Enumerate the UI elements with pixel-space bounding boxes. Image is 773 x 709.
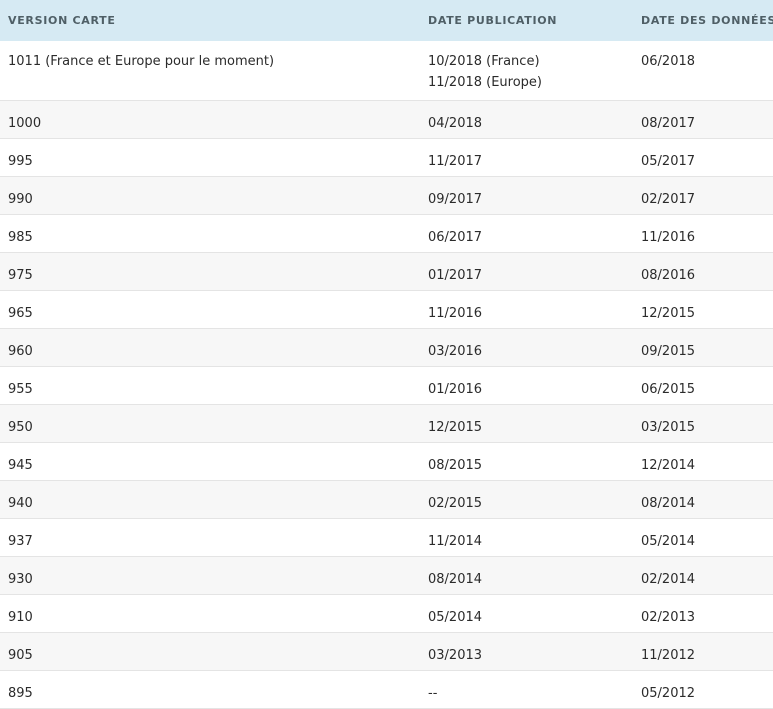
header-date-des-donnees: DATE DES DONNÉES [641,14,773,27]
table-row: 975 01/2017 08/2016 [0,253,773,291]
cell-version: 995 [8,154,33,169]
table-body: 1011 (France et Europe pour le moment) 10… [0,41,773,709]
cell-date-publication: 04/2018 [428,113,482,134]
table-row: 995 11/2017 05/2017 [0,139,773,177]
table-header: VERSION CARTE DATE PUBLICATION DATE DES … [0,0,773,41]
cell-date-publication: 12/2015 [428,417,482,438]
cell-date-publication: 11/2014 [428,531,482,552]
cell-version: 975 [8,268,33,283]
publication-line: 03/2013 [428,648,483,663]
map-versions-table: VERSION CARTE DATE PUBLICATION DATE DES … [0,0,773,709]
cell-version: 945 [8,458,33,473]
table-row: 955 01/2016 06/2015 [0,367,773,405]
table-row: 910 05/2014 02/2013 [0,595,773,633]
table-row: 895 -- 05/2012 [0,671,773,709]
cell-date-donnees: 12/2015 [641,306,696,321]
cell-version: 955 [8,382,33,397]
header-date-publication: DATE PUBLICATION [428,14,558,27]
cell-date-publication: 01/2017 [428,265,482,286]
publication-line: 09/2017 [428,192,483,207]
table-row: 985 06/2017 11/2016 [0,215,773,253]
table-row: 940 02/2015 08/2014 [0,481,773,519]
publication-line: 05/2014 [428,610,483,625]
cell-date-donnees: 09/2015 [641,344,696,359]
cell-date-publication: 01/2016 [428,379,482,400]
publication-line: 11/2014 [428,534,483,549]
cell-date-donnees: 08/2014 [641,496,696,511]
cell-date-donnees: 08/2017 [641,116,696,131]
publication-line: 03/2016 [428,344,483,359]
cell-version: 910 [8,610,33,625]
table-row: 950 12/2015 03/2015 [0,405,773,443]
cell-date-donnees: 05/2014 [641,534,696,549]
cell-version: 930 [8,572,33,587]
publication-line: 11/2018 (Europe) [428,75,542,90]
cell-date-publication: 11/2016 [428,303,482,324]
publication-line: 04/2018 [428,116,483,131]
publication-line: 01/2016 [428,382,483,397]
cell-date-publication: 09/2017 [428,189,482,210]
cell-date-publication: 05/2014 [428,607,482,628]
table-row: 990 09/2017 02/2017 [0,177,773,215]
cell-version: 960 [8,344,33,359]
publication-line: 11/2017 [428,154,483,169]
cell-version: 1011 (France et Europe pour le moment) [8,54,275,69]
publication-line: 01/2017 [428,268,483,283]
cell-date-publication: 10/2018 (France) 11/2018 (Europe) [428,51,542,93]
cell-date-publication: 03/2013 [428,645,482,666]
header-version-carte: VERSION CARTE [8,14,116,27]
cell-version: 940 [8,496,33,511]
cell-version: 965 [8,306,33,321]
cell-date-donnees: 02/2014 [641,572,696,587]
table-row: 960 03/2016 09/2015 [0,329,773,367]
cell-date-donnees: 12/2014 [641,458,696,473]
cell-version: 950 [8,420,33,435]
table-row: 905 03/2013 11/2012 [0,633,773,671]
cell-date-publication: 06/2017 [428,227,482,248]
publication-line: 12/2015 [428,420,483,435]
table-row: 965 11/2016 12/2015 [0,291,773,329]
table-row: 945 08/2015 12/2014 [0,443,773,481]
cell-version: 905 [8,648,33,663]
cell-date-donnees: 11/2012 [641,648,696,663]
publication-line: 02/2015 [428,496,483,511]
cell-date-publication: 03/2016 [428,341,482,362]
cell-date-donnees: 08/2016 [641,268,696,283]
cell-date-donnees: 03/2015 [641,420,696,435]
table-row: 1011 (France et Europe pour le moment) 10… [0,41,773,101]
table-row: 937 11/2014 05/2014 [0,519,773,557]
table-row: 930 08/2014 02/2014 [0,557,773,595]
cell-version: 990 [8,192,33,207]
publication-line: 11/2016 [428,306,483,321]
cell-date-publication: 08/2014 [428,569,482,590]
cell-date-donnees: 05/2012 [641,686,696,701]
cell-date-donnees: 06/2018 [641,54,696,69]
publication-line: -- [428,686,438,701]
cell-date-publication: 02/2015 [428,493,482,514]
cell-version: 895 [8,686,33,701]
cell-date-publication: -- [428,683,437,704]
cell-version: 985 [8,230,33,245]
cell-version: 937 [8,534,33,549]
cell-version: 1000 [8,116,42,131]
cell-date-donnees: 11/2016 [641,230,696,245]
cell-date-donnees: 02/2013 [641,610,696,625]
publication-line: 08/2015 [428,458,483,473]
cell-date-donnees: 05/2017 [641,154,696,169]
cell-date-publication: 11/2017 [428,151,482,172]
table-row: 1000 04/2018 08/2017 [0,101,773,139]
cell-date-publication: 08/2015 [428,455,482,476]
publication-line: 08/2014 [428,572,483,587]
publication-line: 10/2018 (France) [428,54,540,69]
cell-date-donnees: 02/2017 [641,192,696,207]
cell-date-donnees: 06/2015 [641,382,696,397]
publication-line: 06/2017 [428,230,483,245]
